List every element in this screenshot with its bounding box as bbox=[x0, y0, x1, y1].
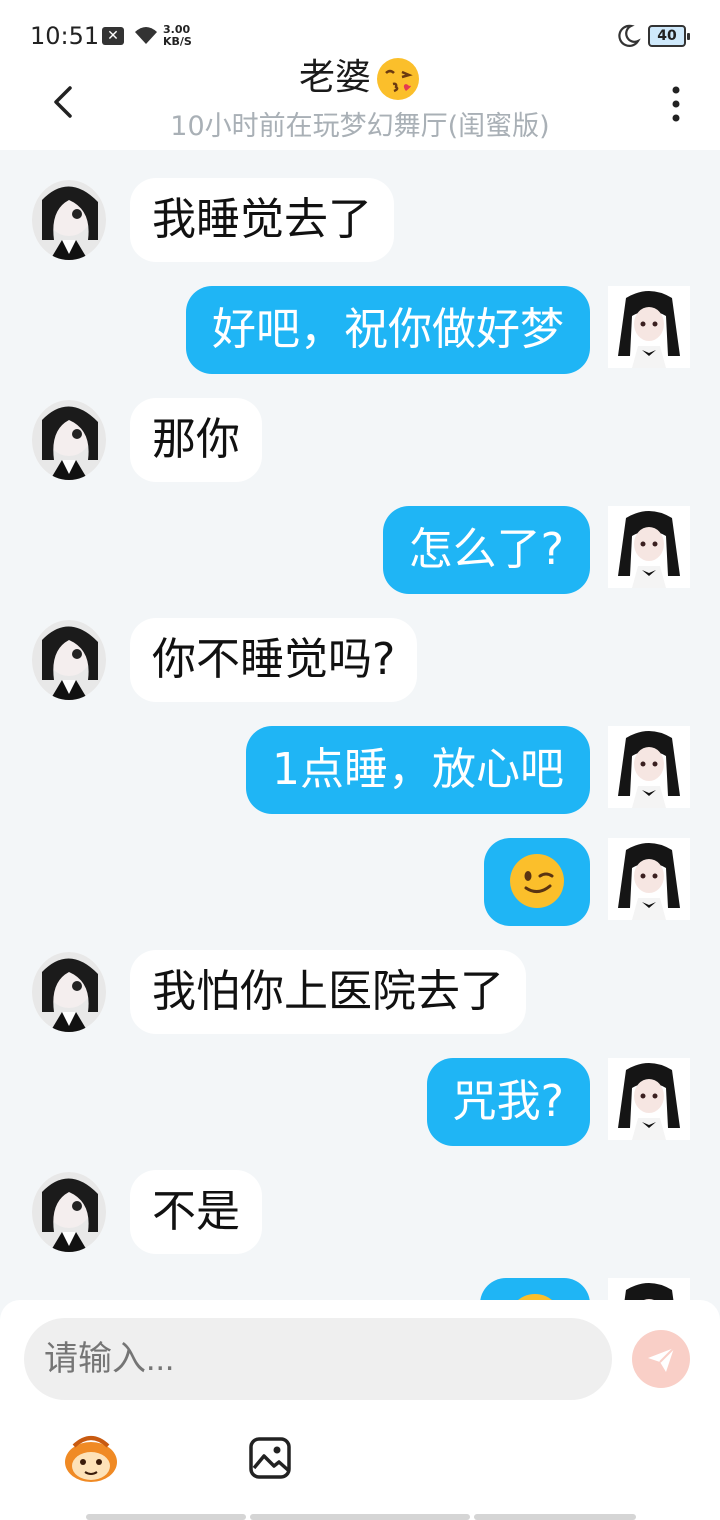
nav-bar-segment bbox=[250, 1514, 470, 1520]
my-avatar[interactable] bbox=[608, 726, 690, 808]
title-wrap: 老婆 10小时前在玩梦幻舞厅(闺蜜版) bbox=[0, 58, 720, 144]
send-icon bbox=[648, 1347, 675, 1372]
message-input[interactable] bbox=[24, 1318, 612, 1400]
my-avatar[interactable] bbox=[608, 1058, 690, 1140]
my-avatar[interactable] bbox=[608, 286, 690, 368]
contact-avatar[interactable] bbox=[32, 400, 106, 480]
mascot-icon[interactable] bbox=[60, 1432, 122, 1486]
message-list[interactable]: 我睡觉去了 好吧，祝你做好梦 那你 怎么了? 你不睡觉吗? 1点睡，放心吧 我怕… bbox=[0, 150, 720, 1300]
moon-icon bbox=[618, 24, 641, 47]
outgoing-bubble[interactable]: 好吧，祝你做好梦 bbox=[186, 286, 590, 374]
outgoing-bubble[interactable]: 咒我? bbox=[426, 1058, 590, 1146]
contact-avatar[interactable] bbox=[32, 620, 106, 700]
my-avatar[interactable] bbox=[608, 838, 690, 920]
my-avatar[interactable] bbox=[608, 1278, 690, 1300]
nav-bar-segment bbox=[86, 1514, 246, 1520]
send-button[interactable] bbox=[632, 1330, 690, 1388]
more-icon[interactable] bbox=[668, 84, 684, 124]
contact-avatar[interactable] bbox=[32, 180, 106, 260]
incoming-bubble[interactable]: 我睡觉去了 bbox=[130, 178, 394, 262]
winking-face-icon bbox=[510, 854, 564, 908]
nav-bar-segment bbox=[474, 1514, 636, 1520]
outgoing-emoji-bubble[interactable] bbox=[480, 1278, 590, 1300]
contact-avatar[interactable] bbox=[32, 1172, 106, 1252]
incoming-bubble[interactable]: 不是 bbox=[130, 1170, 262, 1254]
notification-icon: ✕ bbox=[102, 27, 124, 45]
emoji-icon bbox=[518, 1294, 552, 1300]
network-speed: 3.00 KB/S bbox=[163, 23, 192, 48]
outgoing-bubble[interactable]: 怎么了? bbox=[382, 506, 590, 594]
chat-header: 老婆 10小时前在玩梦幻舞厅(闺蜜版) bbox=[0, 58, 720, 150]
my-avatar[interactable] bbox=[608, 506, 690, 588]
message-composer bbox=[0, 1300, 720, 1520]
kissing-face-icon bbox=[377, 58, 419, 100]
incoming-bubble[interactable]: 你不睡觉吗? bbox=[130, 618, 418, 702]
contact-name[interactable]: 老婆 bbox=[0, 56, 720, 102]
last-active-status: 10小时前在玩梦幻舞厅(闺蜜版) bbox=[170, 111, 550, 142]
wifi-icon bbox=[135, 27, 157, 44]
image-icon[interactable] bbox=[248, 1436, 292, 1480]
outgoing-emoji-bubble[interactable] bbox=[484, 838, 590, 926]
incoming-bubble[interactable]: 那你 bbox=[130, 398, 262, 482]
battery-indicator: 40 bbox=[648, 25, 690, 47]
incoming-bubble[interactable]: 我怕你上医院去了 bbox=[130, 950, 526, 1034]
status-time: 10:51 bbox=[30, 22, 100, 50]
outgoing-bubble[interactable]: 1点睡，放心吧 bbox=[246, 726, 590, 814]
status-bar: 10:51 ✕ 3.00 KB/S 40 bbox=[0, 0, 720, 62]
contact-avatar[interactable] bbox=[32, 952, 106, 1032]
